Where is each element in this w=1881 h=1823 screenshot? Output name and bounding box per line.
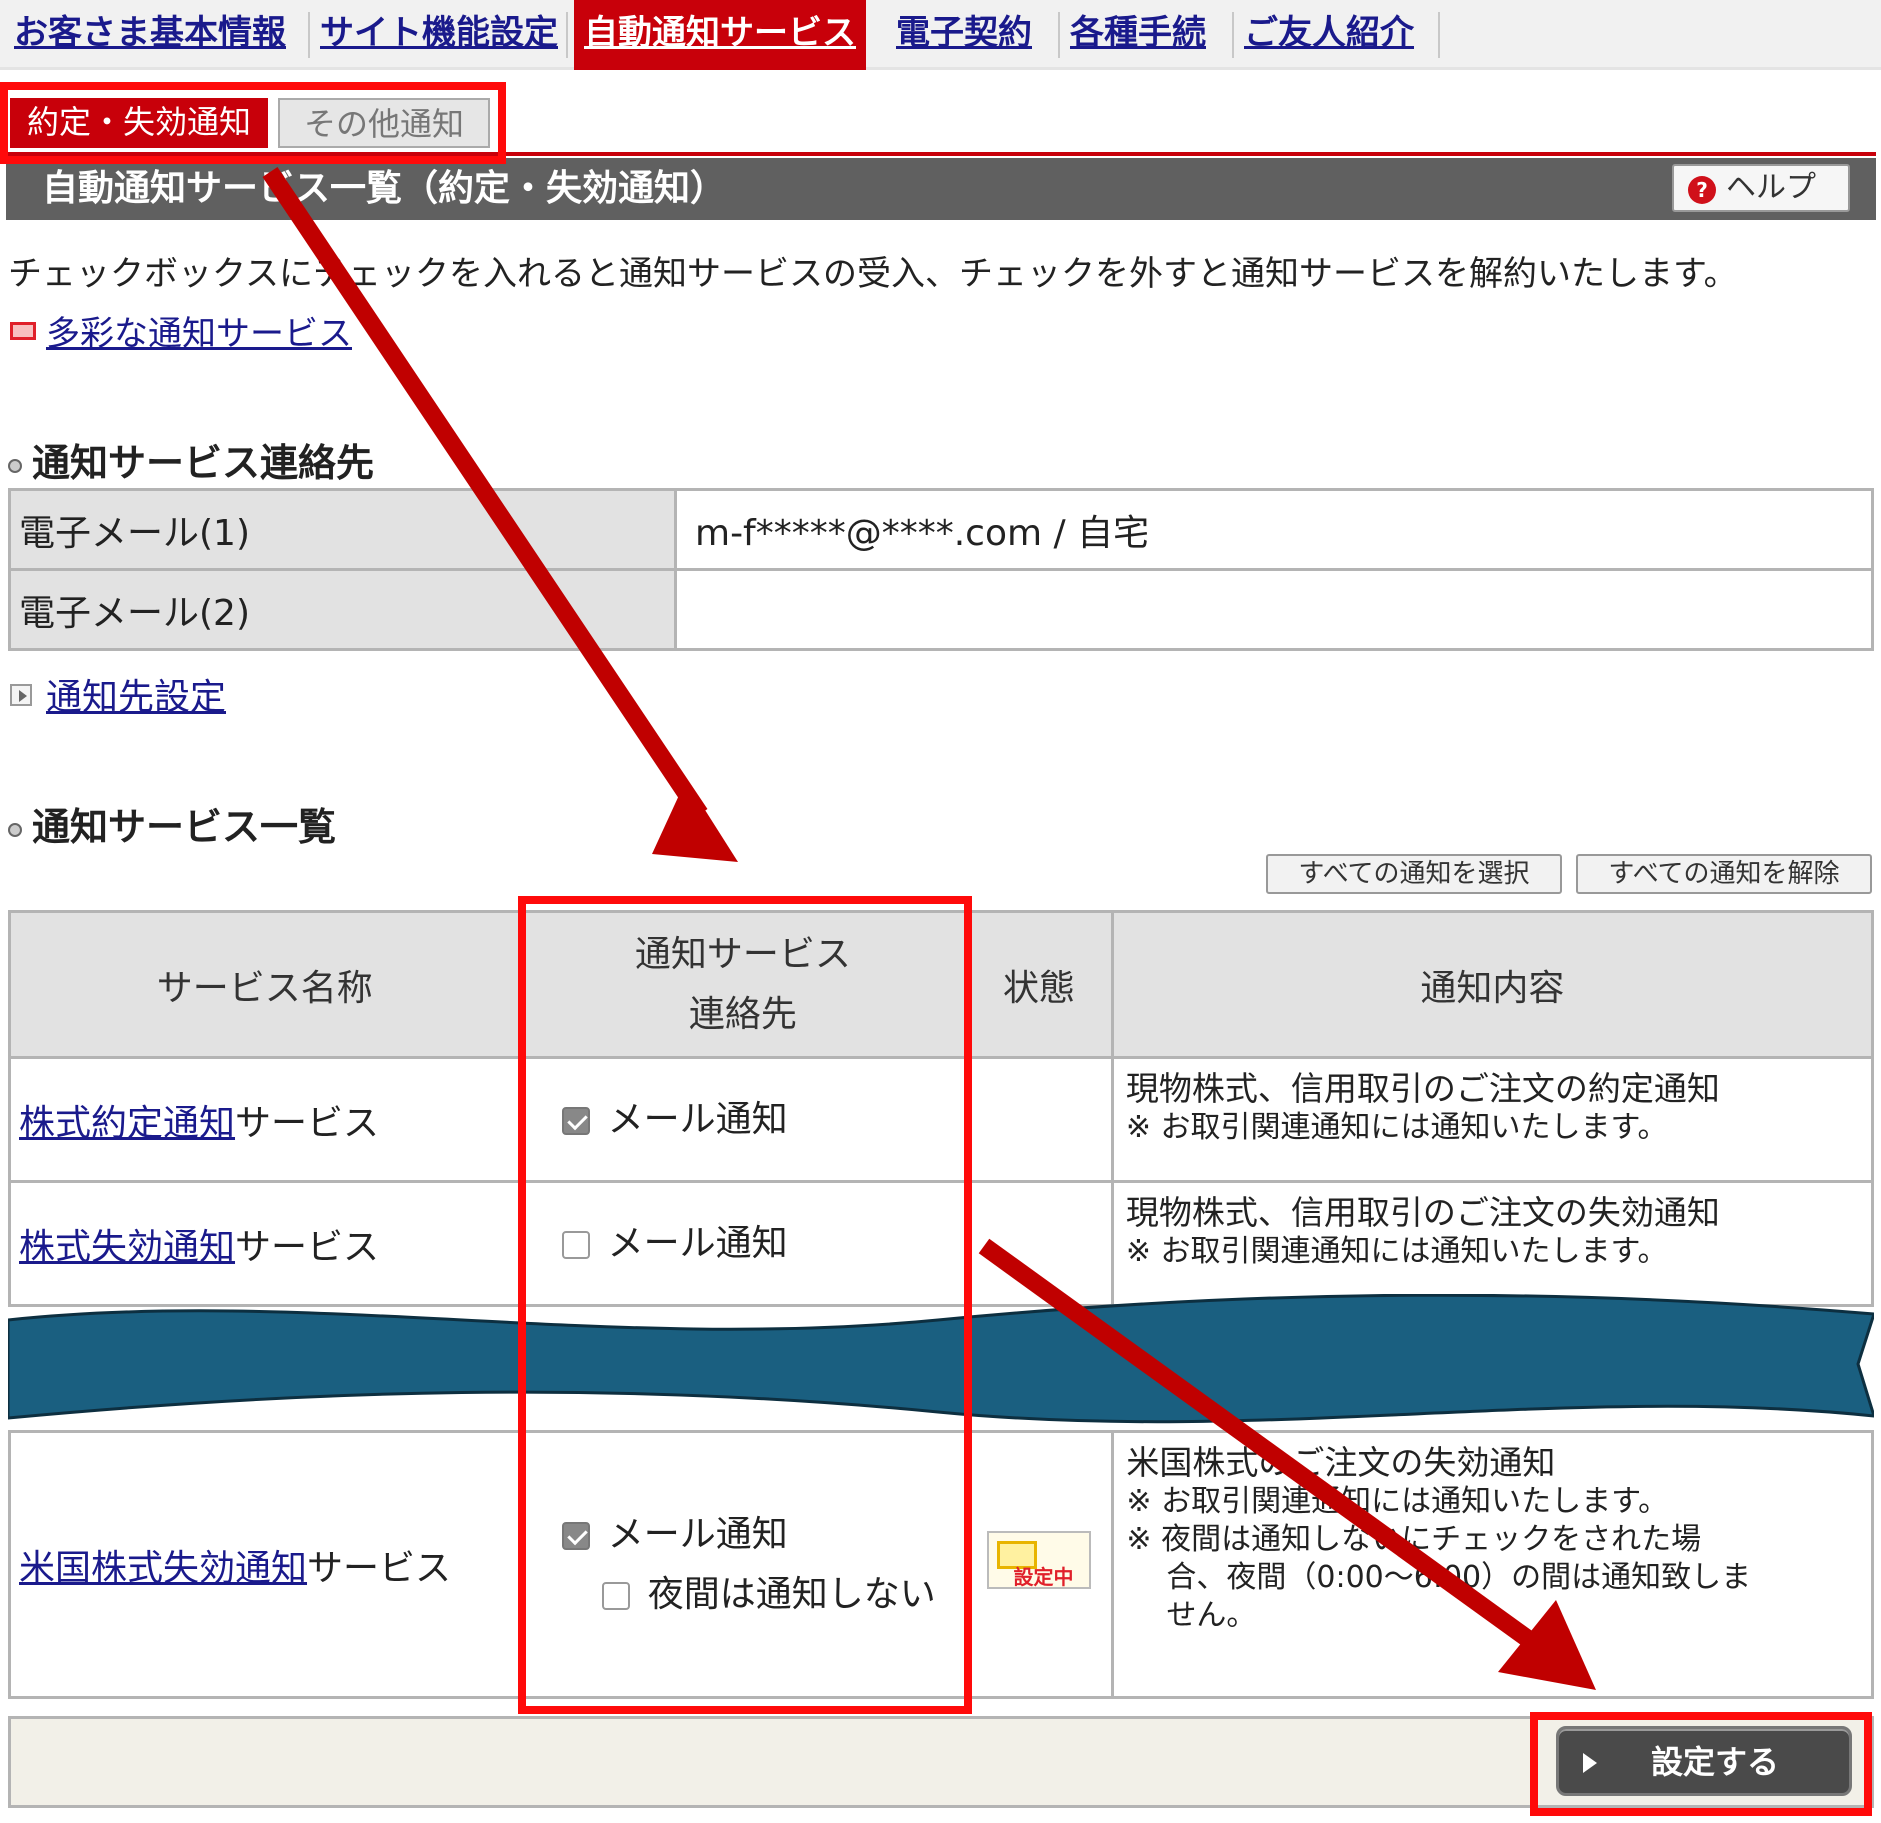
arrow-to-contact-column — [262, 166, 738, 862]
annotation-arrows — [262, 166, 1596, 1690]
arrow-to-submit-button — [978, 1238, 1596, 1690]
